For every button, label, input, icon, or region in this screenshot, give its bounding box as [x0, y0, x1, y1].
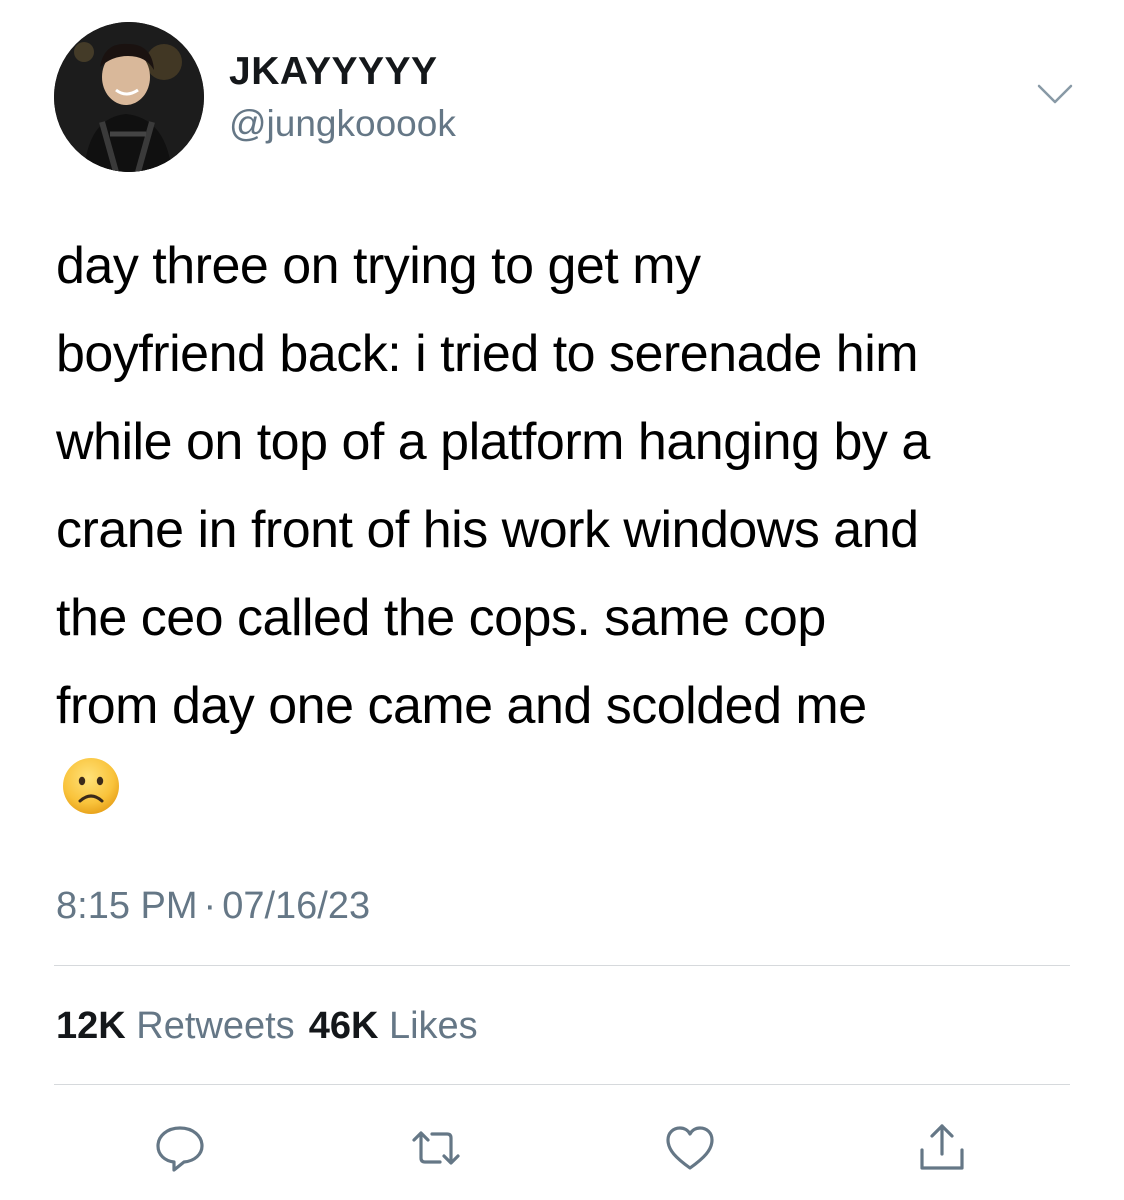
likes-stat[interactable]: 46K Likes: [309, 1005, 478, 1047]
tweet-text-line: while on top of a platform hanging by a: [56, 413, 930, 471]
meta-separator: ·: [203, 885, 217, 927]
tweet-time: 8:15 PM: [56, 885, 198, 927]
tweet-text-line: from day one came and scolded me: [56, 677, 867, 735]
likes-label: Likes: [388, 1005, 478, 1047]
chevron-down-icon[interactable]: [1036, 82, 1074, 108]
reply-icon: [156, 1126, 204, 1172]
retweet-icon: [412, 1131, 460, 1165]
reply-button[interactable]: [152, 1120, 208, 1176]
engagement-stats: 12K Retweets 46K Likes: [56, 1005, 478, 1048]
share-button[interactable]: [914, 1120, 970, 1176]
frowning-face-icon: [62, 757, 120, 815]
tweet-text-line: boyfriend back: i tried to serenade him: [56, 325, 919, 383]
retweets-count: 12K: [56, 1005, 126, 1047]
profile-photo-icon: [54, 22, 204, 172]
divider: [54, 1084, 1070, 1085]
tweet-text: day three on trying to get my boyfriend …: [56, 222, 1086, 750]
timestamp[interactable]: 8:15 PM · 07/16/23: [56, 885, 370, 928]
display-name[interactable]: JKAYYYYY: [229, 50, 438, 94]
retweets-label: Retweets: [136, 1005, 295, 1047]
divider: [54, 965, 1070, 966]
likes-count: 46K: [308, 1005, 379, 1047]
like-button[interactable]: [662, 1120, 718, 1176]
tweet-text-line: the ceo called the cops. same cop: [56, 589, 826, 647]
heart-icon: [666, 1126, 714, 1170]
share-icon: [920, 1124, 964, 1170]
avatar[interactable]: [54, 22, 204, 172]
handle[interactable]: @jungkooook: [229, 103, 456, 145]
tweet-text-line: crane in front of his work windows and: [56, 501, 919, 559]
retweet-button[interactable]: [408, 1120, 464, 1176]
retweets-stat[interactable]: 12K Retweets: [56, 1005, 295, 1047]
tweet-date: 07/16/23: [222, 885, 371, 927]
tweet-text-line: day three on trying to get my: [56, 237, 701, 295]
